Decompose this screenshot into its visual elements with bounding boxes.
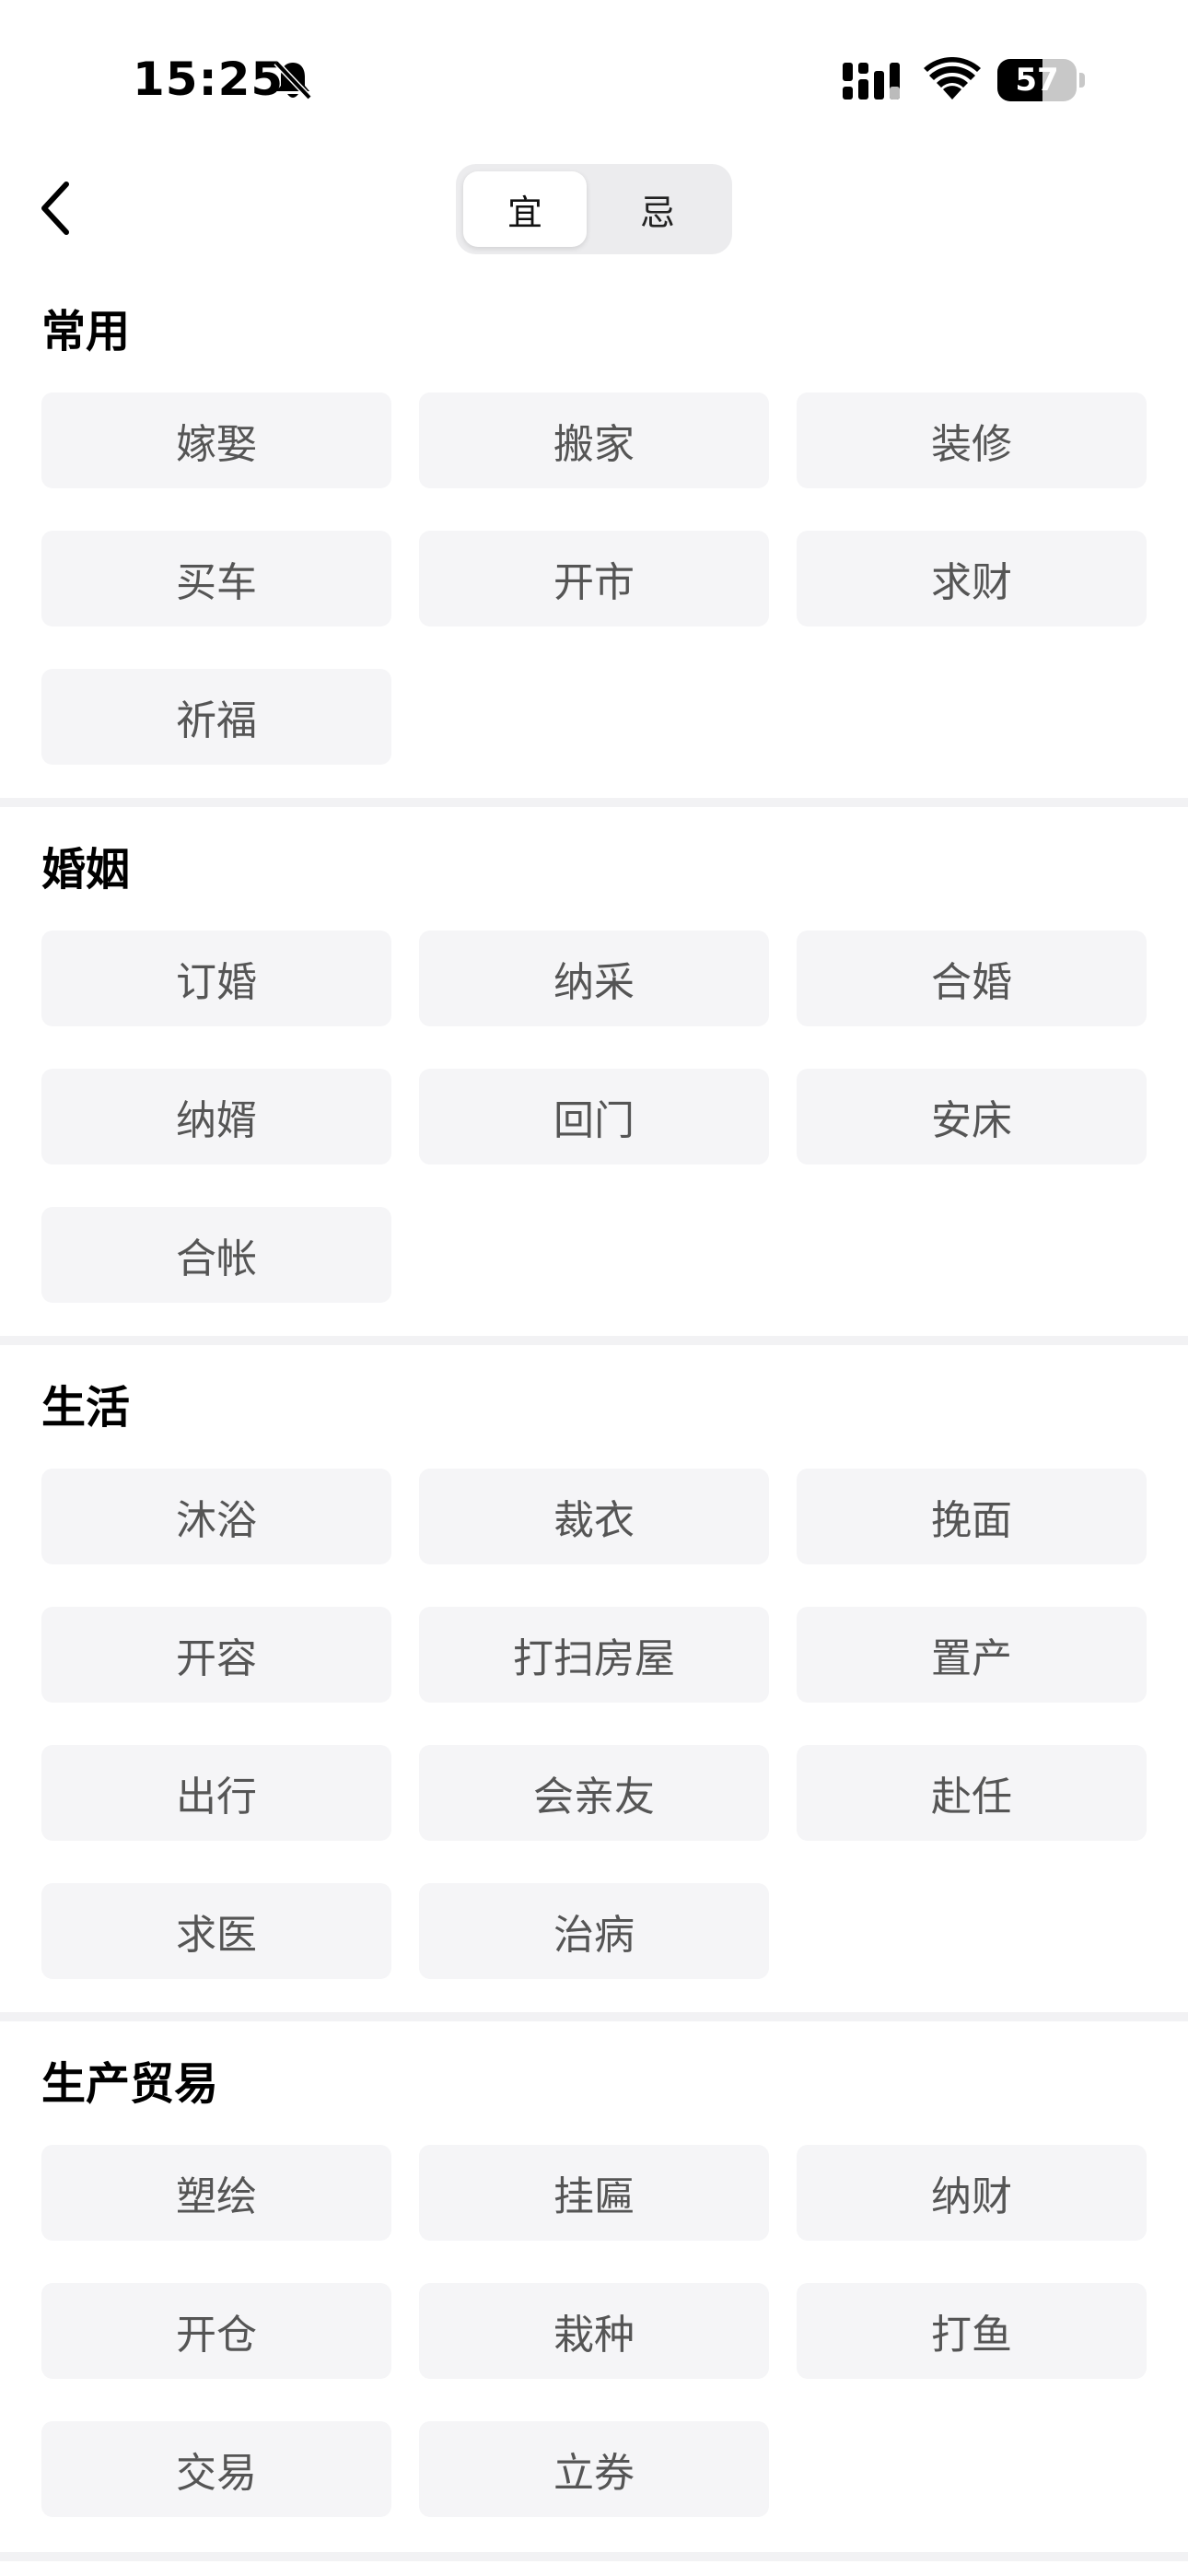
- activity-chip[interactable]: 买车: [41, 531, 391, 626]
- activity-chip[interactable]: 会亲友: [419, 1745, 769, 1841]
- activity-chip[interactable]: 安床: [797, 1069, 1147, 1165]
- activity-chip[interactable]: 出行: [41, 1745, 391, 1841]
- chevron-left-icon: [41, 181, 69, 235]
- activity-chip[interactable]: 交易: [41, 2421, 391, 2517]
- activity-chip[interactable]: 塑绘: [41, 2145, 391, 2241]
- section-divider: [0, 2552, 1188, 2561]
- tab-ji[interactable]: 忌: [596, 171, 719, 247]
- section-title: 生产贸易: [41, 2058, 219, 2110]
- activity-chip[interactable]: 开仓: [41, 2283, 391, 2379]
- status-time: 15:25: [133, 53, 285, 106]
- cellular-signal-icon: [843, 61, 903, 101]
- activity-chip[interactable]: 求医: [41, 1883, 391, 1979]
- activity-chip[interactable]: 合帐: [41, 1207, 391, 1303]
- activity-chip[interactable]: 纳采: [419, 931, 769, 1026]
- activity-chip[interactable]: 装修: [797, 392, 1147, 488]
- activity-chip[interactable]: 置产: [797, 1607, 1147, 1703]
- activity-chip[interactable]: 祈福: [41, 669, 391, 765]
- activity-chip[interactable]: 订婚: [41, 931, 391, 1026]
- section-divider: [0, 798, 1188, 807]
- activity-chip[interactable]: 搬家: [419, 392, 769, 488]
- bell-muted-icon: [273, 59, 313, 101]
- activity-chip[interactable]: 挽面: [797, 1469, 1147, 1564]
- wifi-icon: [924, 56, 981, 101]
- activity-chip[interactable]: 立券: [419, 2421, 769, 2517]
- activity-chip[interactable]: 求财: [797, 531, 1147, 626]
- section-divider: [0, 1336, 1188, 1345]
- section-title: 常用: [41, 306, 131, 357]
- yi-ji-segmented-control: 宜 忌: [456, 164, 732, 254]
- activity-chip[interactable]: 纳婿: [41, 1069, 391, 1165]
- activity-chip[interactable]: 打扫房屋: [419, 1607, 769, 1703]
- activity-chip[interactable]: 开容: [41, 1607, 391, 1703]
- activity-chip[interactable]: 沐浴: [41, 1469, 391, 1564]
- activity-chip[interactable]: 治病: [419, 1883, 769, 1979]
- activity-chip[interactable]: 回门: [419, 1069, 769, 1165]
- tab-yi[interactable]: 宜: [463, 171, 587, 247]
- back-button[interactable]: [28, 171, 83, 245]
- battery-icon: 57: [997, 59, 1086, 101]
- activity-chip[interactable]: 嫁娶: [41, 392, 391, 488]
- section-divider: [0, 2012, 1188, 2021]
- activity-chip[interactable]: 纳财: [797, 2145, 1147, 2241]
- activity-chip[interactable]: 挂匾: [419, 2145, 769, 2241]
- status-bar: 15:25 57: [0, 0, 1188, 157]
- activity-chip[interactable]: 合婚: [797, 931, 1147, 1026]
- activity-chip[interactable]: 赴任: [797, 1745, 1147, 1841]
- activity-chip[interactable]: 打鱼: [797, 2283, 1147, 2379]
- activity-chip[interactable]: 裁衣: [419, 1469, 769, 1564]
- section-title: 婚姻: [41, 844, 131, 896]
- activity-chip[interactable]: 开市: [419, 531, 769, 626]
- battery-level-text: 57: [1015, 62, 1059, 99]
- activity-chip[interactable]: 栽种: [419, 2283, 769, 2379]
- section-title: 生活: [41, 1382, 131, 1434]
